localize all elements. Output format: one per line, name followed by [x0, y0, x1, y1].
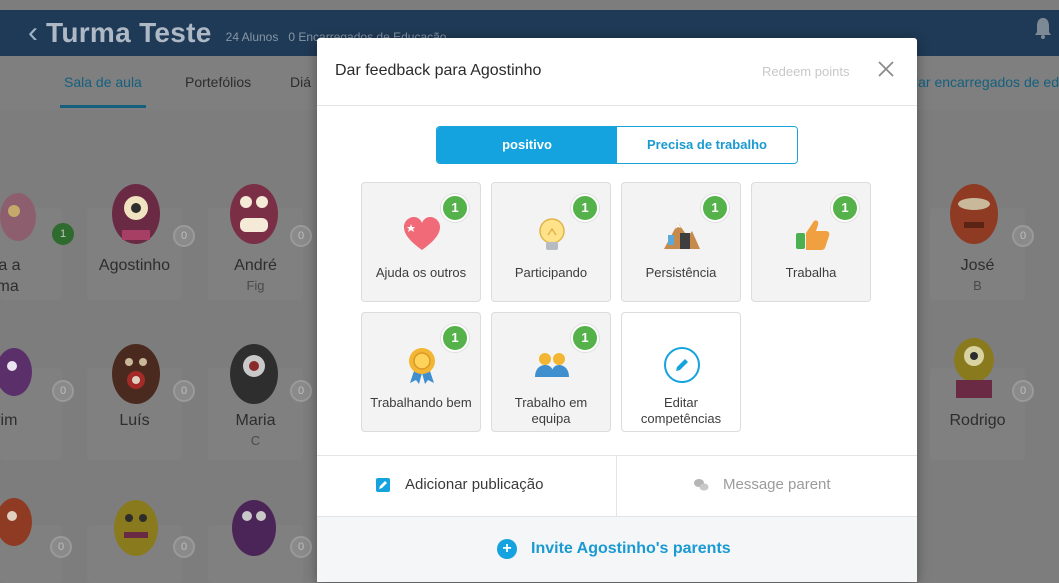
add-post-button[interactable]: Adicionar publicação: [375, 476, 543, 493]
student-name: José: [960, 257, 995, 274]
thumbs-up-icon: [796, 220, 830, 250]
team-icon: [535, 353, 569, 377]
skill-label: Trabalho em equipa: [514, 395, 588, 426]
invite-parents-link[interactable]: lar encarregados de ed: [915, 74, 1059, 90]
lightbulb-icon: [539, 218, 565, 250]
toggle-positive[interactable]: positivo: [437, 127, 617, 163]
points-badge: 0: [173, 380, 195, 402]
student-name: André: [234, 257, 277, 274]
skill-points-badge: 1: [571, 324, 599, 352]
back-chevron-icon[interactable]: ‹: [28, 18, 38, 48]
student-sub: rma: [0, 278, 19, 295]
points-badge: 0: [50, 536, 72, 558]
student-name: Agostinho: [98, 257, 171, 274]
edit-post-icon: [376, 477, 390, 492]
add-post-label: Adicionar publicação: [405, 476, 544, 493]
modal-title: Dar feedback para Agostinho: [335, 62, 542, 79]
points-badge: 0: [1012, 380, 1034, 402]
student-sub: B: [973, 278, 982, 293]
divider: [616, 456, 617, 516]
monster-avatar: [232, 500, 276, 556]
skill-points-badge: 1: [441, 324, 469, 352]
monster-avatar: [112, 344, 160, 404]
feedback-type-toggle: positivo Precisa de trabalho: [436, 126, 798, 164]
student-name: Luís: [119, 412, 150, 429]
skill-label: Ajuda os outros: [375, 265, 467, 280]
invite-parents-bar[interactable]: + Invite Agostinho's parents: [317, 516, 917, 582]
feedback-modal: Dar feedback para Agostinho Redeem point…: [317, 38, 917, 582]
close-icon[interactable]: [875, 58, 897, 80]
plus-circle-icon: +: [497, 539, 517, 559]
message-parent-label: Message parent: [723, 476, 831, 493]
skill-label: Trabalha: [785, 265, 837, 280]
student-sub: Fig: [246, 278, 265, 293]
skill-label: Trabalhando bem: [370, 395, 472, 410]
monster-avatar: [950, 184, 998, 244]
skill-label: Editar competências: [640, 395, 722, 426]
class-title: Turma Teste: [46, 17, 212, 48]
toggle-needs-work[interactable]: Precisa de trabalho: [617, 127, 797, 163]
skill-points-badge: 1: [571, 194, 599, 222]
points-badge: 0: [173, 536, 195, 558]
edit-skills-button[interactable]: Editar competências: [621, 312, 741, 432]
students-count[interactable]: 24 Alunos: [226, 30, 279, 44]
points-badge: 0: [173, 225, 195, 247]
monster-avatar: [0, 498, 32, 546]
points-badge: 0: [1012, 225, 1034, 247]
monster-avatar: [0, 193, 36, 241]
pencil-icon: [664, 347, 700, 383]
student-sub: C: [250, 433, 261, 448]
monster-avatar: [230, 184, 278, 244]
skill-label: Participando: [514, 265, 588, 280]
points-badge: 1: [52, 223, 74, 245]
monster-avatar: [114, 500, 158, 556]
modal-header: Dar feedback para Agostinho Redeem point…: [317, 38, 917, 106]
points-badge: 0: [52, 380, 74, 402]
monster-avatar: [112, 184, 160, 244]
monster-avatar: [230, 344, 278, 404]
student-name: da a: [0, 257, 21, 274]
skill-points-badge: 1: [831, 194, 859, 222]
divider: [317, 455, 917, 456]
tab-portefolios[interactable]: Portefólios: [185, 74, 251, 90]
message-parent-button[interactable]: Message parent: [693, 476, 831, 493]
monster-avatar: [0, 348, 32, 396]
redeem-points-link[interactable]: Redeem points: [762, 64, 849, 79]
tab-sala-de-aula[interactable]: Sala de aula: [60, 74, 146, 108]
skill-points-badge: 1: [441, 194, 469, 222]
tab-diario[interactable]: Diá: [290, 74, 311, 90]
heart-icon: [404, 217, 440, 250]
mountain-icon: [664, 223, 700, 249]
student-name: vim: [0, 412, 18, 429]
skill-points-badge: 1: [701, 194, 729, 222]
invite-parents-label: Invite Agostinho's parents: [531, 540, 731, 557]
student-name: Maria: [235, 412, 276, 429]
skill-label: Persistência: [645, 265, 717, 280]
points-badge: 0: [290, 225, 312, 247]
medal-icon: [409, 348, 435, 384]
points-badge: 0: [290, 380, 312, 402]
bell-icon[interactable]: [1033, 16, 1053, 40]
monster-avatar: [954, 338, 994, 398]
student-name: Rodrigo: [949, 412, 1006, 429]
points-badge: 0: [290, 536, 312, 558]
chat-bubbles-icon: [694, 478, 709, 490]
